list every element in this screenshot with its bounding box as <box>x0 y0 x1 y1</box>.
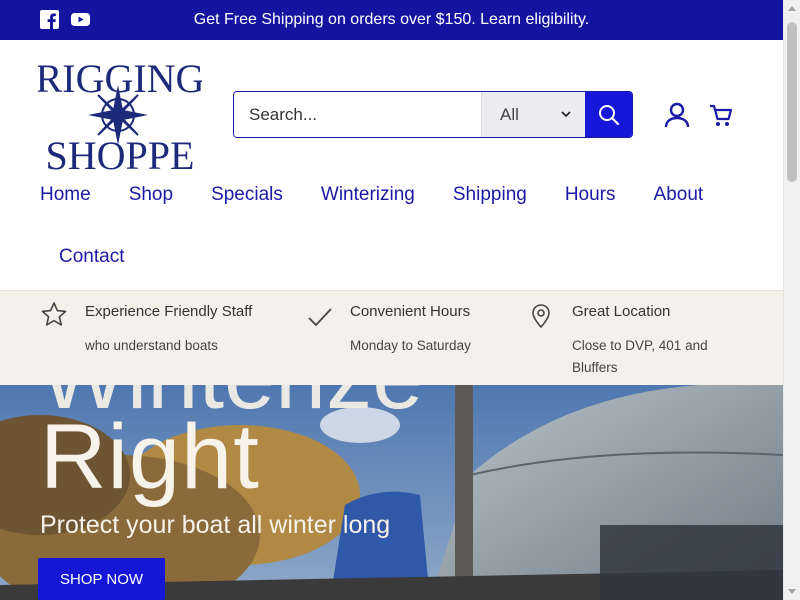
announcement-bar: Get Free Shipping on orders over $150. L… <box>0 0 783 40</box>
hero-subtitle: Protect your boat all winter long <box>40 511 391 539</box>
nav-item-shipping[interactable]: Shipping <box>453 184 527 206</box>
page-scrollbar[interactable] <box>783 0 800 600</box>
checkmark-icon <box>308 308 332 327</box>
facebook-icon[interactable] <box>40 10 59 29</box>
logo-line-2: SHOPPE <box>46 133 195 172</box>
feature-title: Great Location <box>572 303 671 320</box>
search-icon <box>598 104 619 125</box>
search-category-value: All <box>500 104 519 124</box>
feature-subtitle: who understand boats <box>85 338 218 353</box>
account-icon[interactable] <box>664 102 690 128</box>
chevron-down-icon <box>561 111 571 118</box>
nav-item-winterizing[interactable]: Winterizing <box>321 184 415 206</box>
youtube-icon[interactable] <box>71 10 90 29</box>
hero-headline: Right <box>40 406 260 508</box>
nav-item-specials[interactable]: Specials <box>211 184 283 206</box>
feature-subtitle: Close to DVP, 401 and Bluffers <box>572 338 708 375</box>
social-links <box>40 10 90 29</box>
feature-title: Convenient Hours <box>350 303 471 320</box>
star-icon <box>41 302 67 326</box>
scrollbar-thumb[interactable] <box>787 22 797 182</box>
site-logo[interactable]: RIGGING SHOPPE <box>36 56 205 178</box>
search-category-select[interactable]: All <box>481 92 585 137</box>
announcement-text[interactable]: Get Free Shipping on orders over $150. L… <box>0 11 783 29</box>
feature-subtitle: Monday to Saturday <box>350 338 471 353</box>
search-input[interactable] <box>234 92 481 137</box>
scroll-up-icon[interactable] <box>788 6 796 11</box>
search-button[interactable] <box>585 92 632 137</box>
location-pin-icon <box>532 304 550 329</box>
feature-title: Experience Friendly Staff <box>85 303 253 320</box>
nav-item-hours[interactable]: Hours <box>565 184 616 206</box>
shop-now-button[interactable]: SHOP NOW <box>38 558 165 600</box>
nav-item-home[interactable]: Home <box>40 184 91 206</box>
nav-item-shop[interactable]: Shop <box>129 184 173 206</box>
cart-icon[interactable] <box>708 103 734 129</box>
features-strip: Experience Friendly Staff who understand… <box>0 290 783 385</box>
search-bar: All <box>233 91 633 138</box>
logo-line-1: RIGGING <box>38 58 202 101</box>
nav-item-about[interactable]: About <box>654 184 704 206</box>
hero-banner: Winterize Right Protect your boat all wi… <box>0 385 783 600</box>
main-nav: Home Shop Specials Winterizing Shipping … <box>40 184 740 267</box>
nav-item-contact[interactable]: Contact <box>59 246 124 268</box>
scroll-down-icon[interactable] <box>788 589 796 594</box>
